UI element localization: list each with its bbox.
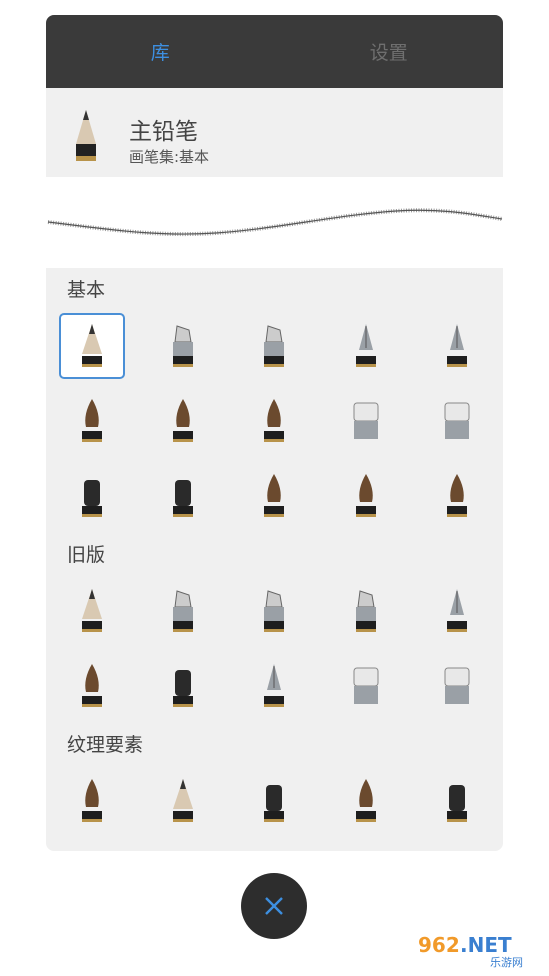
section-title: 纹理要素 bbox=[67, 733, 144, 756]
brush-cell-legacy-nib[interactable] bbox=[229, 648, 320, 723]
brush-cell-hard-eraser[interactable] bbox=[412, 383, 503, 458]
legacy-chisel-icon bbox=[241, 578, 307, 644]
current-brush-set: 画笔集:基本 bbox=[129, 148, 210, 166]
legacy-pen-icon bbox=[424, 578, 490, 644]
legacy-soft-eraser-icon bbox=[424, 653, 490, 719]
section-title: 旧版 bbox=[67, 543, 106, 566]
hard-eraser-icon bbox=[424, 388, 490, 454]
brush-cell-flat-tip[interactable] bbox=[46, 458, 137, 533]
brush-cell-round-brush[interactable] bbox=[46, 383, 137, 458]
brush-grid bbox=[46, 308, 503, 533]
tab-library[interactable]: 库 bbox=[46, 15, 275, 88]
texture-brush-1-icon bbox=[59, 768, 125, 834]
brush-cell-chisel-marker[interactable] bbox=[137, 308, 228, 383]
tab-settings[interactable]: 设置 bbox=[275, 15, 504, 88]
fan-brush-icon bbox=[333, 463, 399, 529]
brush-cell-rough-tip[interactable] bbox=[137, 458, 228, 533]
legacy-brush-icon bbox=[59, 653, 125, 719]
eraser-icon bbox=[333, 388, 399, 454]
brush-cell-ballpoint[interactable] bbox=[320, 308, 411, 383]
legacy-marker-icon bbox=[150, 578, 216, 644]
brush-cell-legacy-ink[interactable] bbox=[137, 648, 228, 723]
texture-stamp-icon bbox=[424, 768, 490, 834]
bristle-brush-icon bbox=[241, 463, 307, 529]
brush-cell-legacy-pen[interactable] bbox=[412, 573, 503, 648]
brush-cell-texture-block[interactable] bbox=[229, 763, 320, 838]
tab-bar: 库 设置 bbox=[46, 15, 503, 88]
close-icon bbox=[265, 897, 283, 915]
current-brush-header[interactable]: 主铅笔 画笔集:基本 bbox=[46, 88, 503, 177]
brush-cell-texture-bristle[interactable] bbox=[320, 763, 411, 838]
round-brush-icon bbox=[59, 388, 125, 454]
brush-cell-eraser[interactable] bbox=[320, 383, 411, 458]
texture-block-icon bbox=[241, 768, 307, 834]
brush-cell-legacy-chisel[interactable] bbox=[229, 573, 320, 648]
texture-pencil-icon bbox=[150, 768, 216, 834]
legacy-nib-icon bbox=[241, 653, 307, 719]
brush-cell-legacy-soft-eraser[interactable] bbox=[412, 648, 503, 723]
current-brush-name: 主铅笔 bbox=[129, 119, 198, 145]
texture-bristle-icon bbox=[333, 768, 399, 834]
chisel-marker-icon bbox=[150, 313, 216, 379]
svg-text:乐游网: 乐游网 bbox=[490, 956, 523, 969]
brush-cell-fountain-pen[interactable] bbox=[412, 308, 503, 383]
stroke-preview bbox=[46, 177, 503, 268]
pencil-icon bbox=[58, 312, 125, 379]
svg-text:.NET: .NET bbox=[460, 933, 512, 957]
legacy-pencil-icon bbox=[59, 578, 125, 644]
ink-brush-icon bbox=[150, 388, 216, 454]
brush-cell-legacy-pencil[interactable] bbox=[46, 573, 137, 648]
brush-cell-dry-brush[interactable] bbox=[412, 458, 503, 533]
brush-cell-texture-stamp[interactable] bbox=[412, 763, 503, 838]
legacy-felt-icon bbox=[333, 578, 399, 644]
brush-cell-texture-pencil[interactable] bbox=[137, 763, 228, 838]
brush-cell-marker[interactable] bbox=[229, 308, 320, 383]
rough-tip-icon bbox=[150, 463, 216, 529]
ballpoint-icon bbox=[333, 313, 399, 379]
site-watermark-logo: 962 .NET 乐游网 bbox=[412, 930, 542, 969]
close-button[interactable] bbox=[241, 873, 307, 939]
brush-cell-legacy-marker[interactable] bbox=[137, 573, 228, 648]
airbrush-icon bbox=[241, 388, 307, 454]
brush-cell-fan-brush[interactable] bbox=[320, 458, 411, 533]
legacy-ink-icon bbox=[150, 653, 216, 719]
brush-cell-legacy-eraser[interactable] bbox=[320, 648, 411, 723]
flat-tip-icon bbox=[59, 463, 125, 529]
pencil-icon bbox=[76, 110, 96, 161]
brush-grid bbox=[46, 763, 503, 838]
brush-cell-ink-brush[interactable] bbox=[137, 383, 228, 458]
fountain-pen-icon bbox=[424, 313, 490, 379]
brush-cell-airbrush[interactable] bbox=[229, 383, 320, 458]
dry-brush-icon bbox=[424, 463, 490, 529]
brush-library-panel: 库 设置 主铅笔 画笔集:基本 基本旧版纹理要素 bbox=[46, 15, 503, 851]
section-title: 基本 bbox=[67, 278, 106, 301]
marker-icon bbox=[241, 313, 307, 379]
svg-text:962: 962 bbox=[418, 933, 460, 957]
legacy-eraser-icon bbox=[333, 653, 399, 719]
brush-cell-texture-brush-1[interactable] bbox=[46, 763, 137, 838]
brush-cell-legacy-brush[interactable] bbox=[46, 648, 137, 723]
brush-grid bbox=[46, 573, 503, 723]
brush-cell-pencil[interactable] bbox=[46, 308, 137, 383]
brush-cell-bristle-brush[interactable] bbox=[229, 458, 320, 533]
brush-cell-legacy-felt[interactable] bbox=[320, 573, 411, 648]
